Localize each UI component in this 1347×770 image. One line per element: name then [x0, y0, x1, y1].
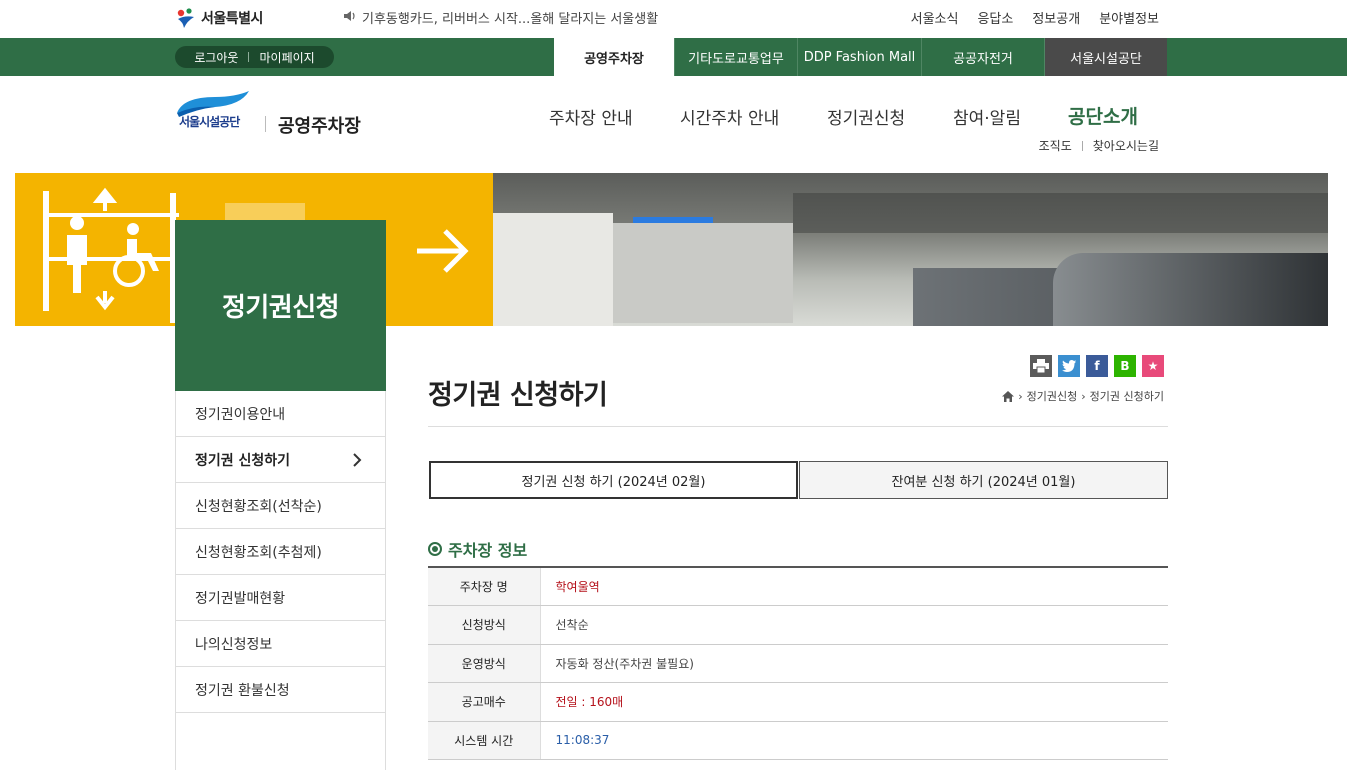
sidebar-item-label: 나의신청정보: [195, 636, 273, 653]
sisul-logo[interactable]: 서울시설공단: [175, 91, 255, 135]
row-label: 시스템 시간: [428, 721, 541, 760]
table-row: 주차장 명 학여울역: [428, 567, 1168, 606]
row-label: 공고매수: [428, 682, 541, 722]
parking-info-table: 주차장 명 학여울역 신청방식 선착순 운영방식 자동화 정산(주차권 불필요)…: [428, 566, 1168, 760]
nav-participation[interactable]: 참여·알림: [953, 104, 1021, 129]
table-row: 공고매수 전일 : 160매: [428, 682, 1168, 722]
site-tab-road-traffic[interactable]: 기타도로교통업무: [675, 38, 798, 76]
site-header: 서울시설공단 공영주차장 주차장 안내 시간주차 안내 정기권신청 참여·알림 …: [0, 76, 1347, 173]
nav-season-pass[interactable]: 정기권신청: [827, 104, 905, 129]
sidebar-item-label: 정기권 환불신청: [195, 682, 290, 699]
accessibility-sign-icon: [67, 187, 159, 311]
row-label: 운영방식: [428, 644, 541, 683]
section-title: 주차장 정보: [448, 541, 528, 560]
arrow-right-icon: [417, 229, 469, 273]
logo-divider: [265, 116, 266, 132]
chevron-right-icon: [353, 453, 362, 467]
speaker-icon: [343, 10, 357, 26]
radio-bullet-icon: [428, 542, 442, 556]
site-tabs: 공영주차장 기타도로교통업무 DDP Fashion Mall 공공자전거 서울…: [554, 38, 1167, 76]
nav-parking-guide[interactable]: 주차장 안내: [549, 104, 633, 129]
tab-apply-remaining[interactable]: 잔여분 신청 하기 (2024년 01월): [799, 461, 1168, 499]
site-tab-ddp-fashion-mall[interactable]: DDP Fashion Mall: [798, 38, 922, 76]
top-utility-bar: 서울특별시 기후동행카드, 리버버스 시작...올해 달라지는 서울생활 서울소…: [0, 0, 1347, 38]
sidebar-item-apply[interactable]: 정기권 신청하기: [176, 437, 385, 483]
divider: [248, 52, 250, 62]
link-eungdapso[interactable]: 응답소: [977, 8, 1013, 27]
about-sub-links: 조직도 찾아오시는길: [1039, 137, 1159, 154]
parking-lot-name: 학여울역: [540, 567, 1168, 606]
row-label: 주차장 명: [428, 567, 541, 606]
announced-count: 전일 : 160매: [540, 682, 1168, 722]
sidebar-item-label: 신청현황조회(추첨제): [195, 544, 322, 561]
application-method: 선착순: [540, 605, 1168, 645]
table-row: 운영방식 자동화 정산(주차권 불필요): [428, 644, 1168, 683]
global-nav-bar: 로그아웃 마이페이지 공영주차장 기타도로교통업무 DDP Fashion Ma…: [0, 38, 1347, 76]
site-tab-sisul[interactable]: 서울시설공단: [1045, 38, 1167, 76]
twitter-icon[interactable]: [1058, 355, 1080, 377]
page-title: 정기권 신청하기: [428, 380, 608, 411]
blog-icon[interactable]: B: [1114, 355, 1136, 377]
link-info-disclosure[interactable]: 정보공개: [1032, 8, 1080, 27]
title-divider: [428, 426, 1168, 427]
notice-ticker[interactable]: 기후동행카드, 리버버스 시작...올해 달라지는 서울생활: [343, 8, 658, 27]
link-seoul-news[interactable]: 서울소식: [911, 8, 959, 27]
seoul-logo-text: 서울특별시: [201, 11, 263, 27]
site-tab-public-bike[interactable]: 공공자전거: [922, 38, 1045, 76]
tab-apply-monthly[interactable]: 정기권 신청 하기 (2024년 02월): [429, 461, 798, 499]
divider: [1081, 140, 1083, 151]
sidebar-item-label: 정기권이용안내: [195, 406, 286, 423]
sisul-logo-text: 서울시설공단: [179, 115, 240, 129]
logout-button[interactable]: 로그아웃: [194, 49, 238, 66]
seoul-city-logo[interactable]: 서울특별시: [175, 5, 263, 31]
utility-links: 서울소식 응답소 정보공개 분야별정보: [911, 8, 1159, 27]
table-row: 시스템 시간 11:08:37: [428, 721, 1168, 760]
banner-parking-photo: [493, 173, 1328, 326]
breadcrumb: › 정기권신청 › 정기권 신청하기: [1002, 388, 1164, 404]
facebook-icon[interactable]: f: [1086, 355, 1108, 377]
sidebar-item-my-applications[interactable]: 나의신청정보: [176, 621, 385, 667]
sidebar-item-label: 정기권발매현황: [195, 590, 286, 607]
sidebar-title: 정기권신청: [175, 220, 386, 391]
chevron-right-icon: ›: [1081, 389, 1086, 403]
sidebar-item-issue-status[interactable]: 정기권발매현황: [176, 575, 385, 621]
chevron-right-icon: ›: [1018, 389, 1023, 403]
sidebar-menu: 정기권이용안내 정기권 신청하기 신청현황조회(선착순) 신청현황조회(추첨제)…: [175, 391, 386, 770]
system-time: 11:08:37: [540, 721, 1168, 760]
section-parking-info-heading: 주차장 정보: [428, 537, 527, 561]
sidebar-item-refund[interactable]: 정기권 환불신청: [176, 667, 385, 713]
row-label: 신청방식: [428, 605, 541, 645]
account-pill: 로그아웃 마이페이지: [175, 46, 334, 68]
breadcrumb-item[interactable]: 정기권신청: [1027, 388, 1078, 404]
breadcrumb-item[interactable]: 정기권 신청하기: [1090, 388, 1164, 404]
notice-text: 기후동행카드, 리버버스 시작...올해 달라지는 서울생활: [362, 12, 659, 27]
nav-hourly-parking[interactable]: 시간주차 안내: [680, 104, 779, 129]
link-field-info[interactable]: 분야별정보: [1099, 8, 1159, 27]
print-icon[interactable]: [1030, 355, 1052, 377]
brand-title[interactable]: 공영주차장: [278, 112, 361, 138]
home-icon[interactable]: [1002, 390, 1015, 402]
link-directions[interactable]: 찾아오시는길: [1093, 137, 1159, 154]
seoul-logo-icon: [175, 7, 197, 29]
sidebar-item-label: 정기권 신청하기: [195, 452, 291, 469]
bookmark-icon[interactable]: ★: [1142, 355, 1164, 377]
sidebar-item-status-first-come[interactable]: 신청현황조회(선착순): [176, 483, 385, 529]
nav-about[interactable]: 공단소개: [1068, 102, 1138, 129]
table-row: 신청방식 선착순: [428, 605, 1168, 645]
operation-method: 자동화 정산(주차권 불필요): [540, 644, 1168, 683]
share-toolbar: f B ★: [1030, 355, 1164, 377]
sidebar-item-guide[interactable]: 정기권이용안내: [176, 391, 385, 437]
sidebar-item-status-lottery[interactable]: 신청현황조회(추첨제): [176, 529, 385, 575]
site-tab-parking[interactable]: 공영주차장: [554, 38, 675, 76]
sidebar-item-label: 신청현황조회(선착순): [195, 498, 322, 515]
mypage-button[interactable]: 마이페이지: [259, 49, 314, 66]
link-org-chart[interactable]: 조직도: [1039, 137, 1072, 154]
